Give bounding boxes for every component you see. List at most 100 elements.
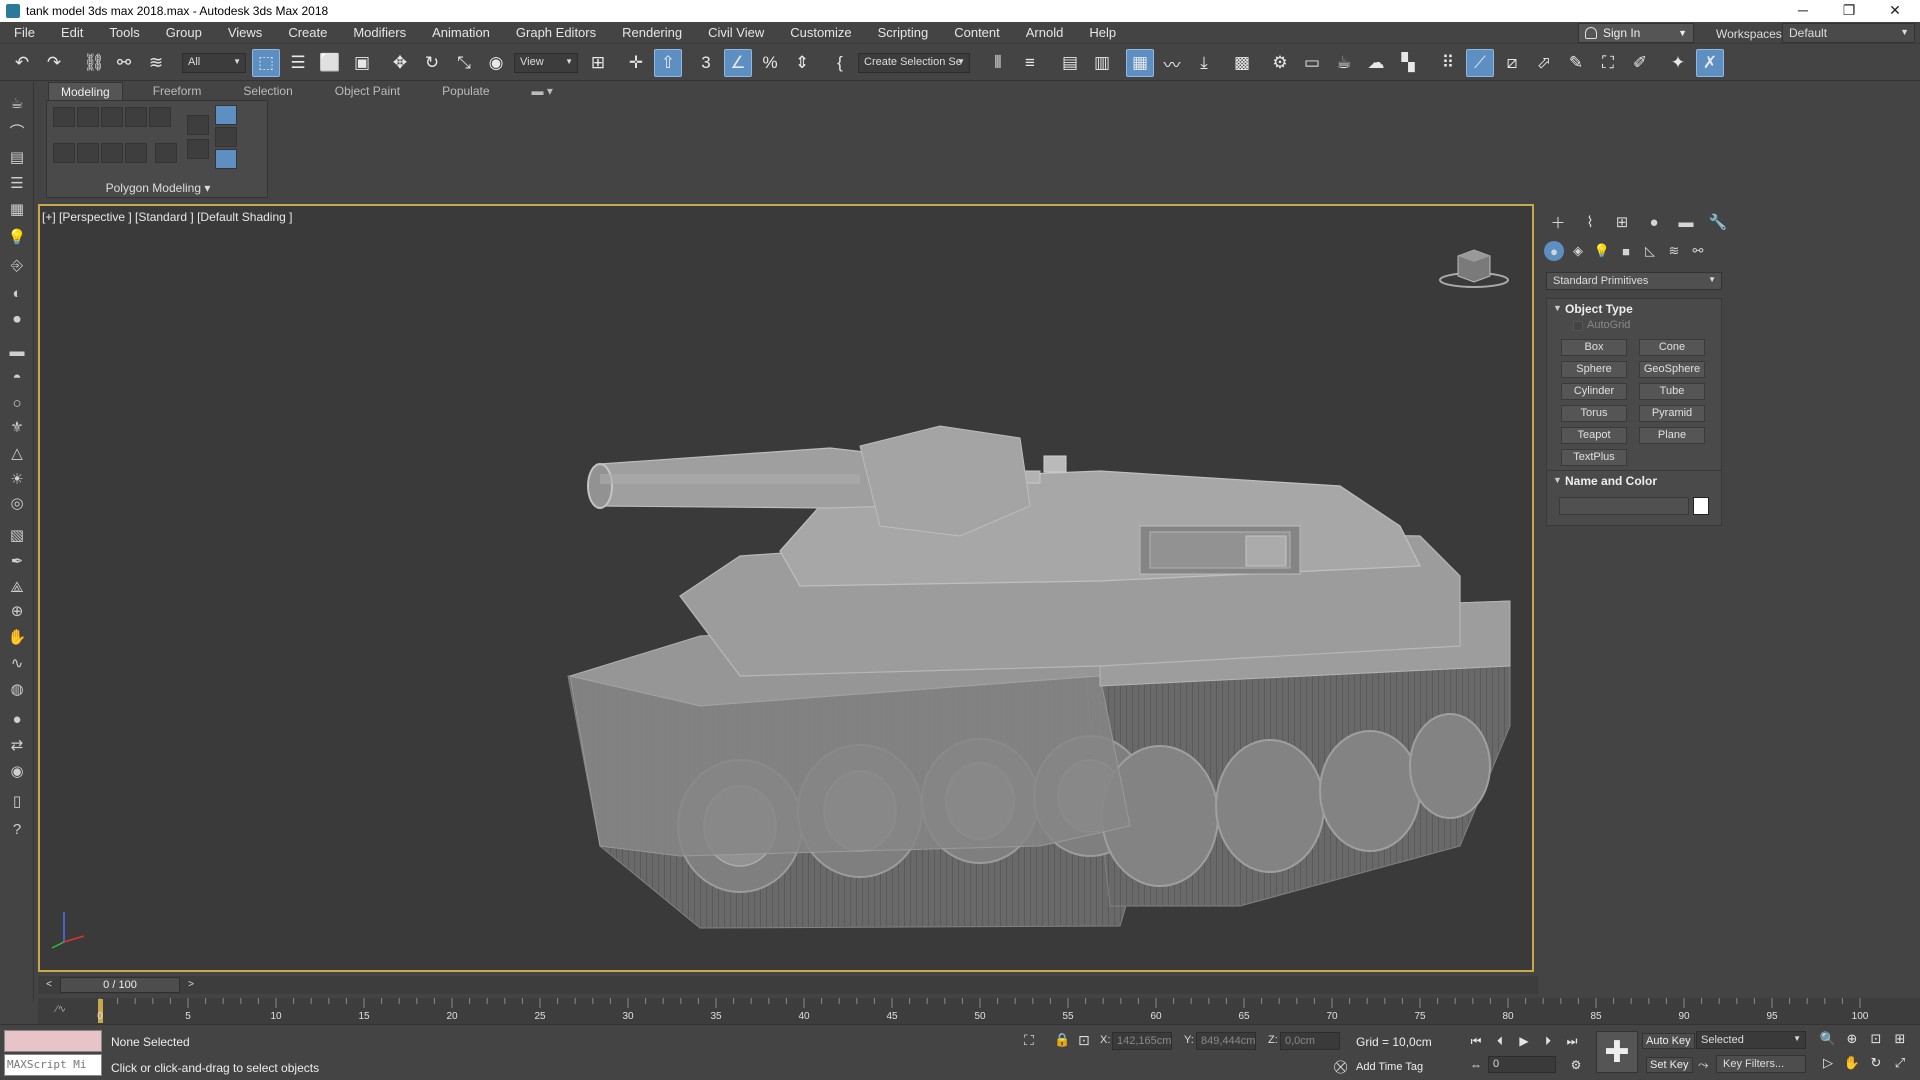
ribbon-options-icon[interactable]: ▬ ▾ — [520, 82, 565, 100]
geosphere-button[interactable]: GeoSphere — [1639, 361, 1705, 378]
default-in-out-tangents-icon[interactable]: ⤳ — [1698, 1057, 1708, 1073]
a360-gallery-icon[interactable]: ▚ — [1394, 49, 1422, 77]
globe-icon[interactable]: ⊕ — [6, 600, 28, 622]
ribbon-tab-selection[interactable]: Selection — [231, 82, 304, 100]
undo-icon[interactable]: ↶ — [8, 49, 36, 77]
tank-model[interactable] — [40, 206, 1534, 972]
hatch-icon[interactable]: ▧ — [6, 524, 28, 546]
sun-icon[interactable]: ☀ — [6, 468, 28, 490]
select-manipulate-icon[interactable]: ✛ — [622, 49, 650, 77]
object-type-header[interactable]: ▼ Object Type — [1547, 299, 1721, 319]
viewport-label[interactable]: [+] [Perspective ] [Standard ] [Default … — [42, 210, 292, 224]
key-filters-button[interactable]: Key Filters... — [1716, 1055, 1806, 1073]
x-coordinate-field[interactable]: 142,165cm — [1112, 1032, 1172, 1050]
ribbon-tab-modeling[interactable]: Modeling — [48, 82, 123, 100]
ribbon-tab-object-paint[interactable]: Object Paint — [323, 82, 412, 100]
pivot-center-icon[interactable]: ⊞ — [584, 49, 612, 77]
minimize-button[interactable]: ─ — [1780, 0, 1826, 22]
lights-icon[interactable]: 💡 — [1590, 240, 1614, 262]
freeform-tool-icon[interactable]: ⬀ — [1530, 49, 1558, 77]
ribbon-tab-freeform[interactable]: Freeform — [141, 82, 214, 100]
zoom-all-icon[interactable]: ⊕ — [1842, 1029, 1862, 1049]
grid-snap-icon[interactable]: ⠿ — [1434, 49, 1462, 77]
helpers-icon[interactable]: ◺ — [1638, 240, 1662, 262]
rendered-frame-window-icon[interactable]: ▭ — [1298, 49, 1326, 77]
link-icon[interactable]: ⛓ — [80, 49, 108, 77]
current-frame-field[interactable]: 0 — [1488, 1056, 1556, 1073]
menu-rendering[interactable]: Rendering — [608, 25, 694, 40]
ribbon-tab-populate[interactable]: Populate — [430, 82, 501, 100]
shape-icon[interactable]: ⌒ — [6, 120, 28, 142]
modify-tab-icon[interactable]: ⌇ — [1574, 210, 1606, 234]
polygon-icon[interactable] — [125, 107, 147, 127]
selection-filter-dropdown[interactable]: All ▼ — [182, 53, 246, 73]
paint-tool-icon[interactable]: ✎ — [1562, 49, 1590, 77]
object-name-field[interactable] — [1559, 497, 1689, 515]
grid-icon[interactable]: ▦ — [6, 198, 28, 220]
torus-button[interactable]: Torus — [1561, 405, 1627, 422]
next-frame-icon[interactable]: > — [184, 977, 198, 993]
modifier-icon[interactable]: ⚜ — [6, 416, 28, 438]
preserve-uvs-icon[interactable] — [77, 143, 99, 163]
set-keys-icon[interactable]: ✚ — [1596, 1031, 1638, 1073]
pan-view-icon[interactable]: ✋ — [1842, 1053, 1862, 1073]
bind-space-warp-icon[interactable]: ≋ — [142, 49, 170, 77]
xref-icon[interactable]: ✗ — [1696, 49, 1724, 77]
set-key-button[interactable]: Set Key — [1646, 1057, 1693, 1073]
plane-button[interactable]: Plane — [1639, 427, 1705, 444]
time-tag-icon[interactable]: ⛒ — [1334, 1059, 1347, 1075]
sphere-icon[interactable]: ○ — [6, 392, 28, 414]
menu-scripting[interactable]: Scripting — [864, 25, 941, 40]
percent-snap-icon[interactable]: % — [756, 49, 784, 77]
key-mode-toggle-icon[interactable]: ⇔ — [1466, 1056, 1486, 1074]
schematic-view-icon[interactable]: ⤓ — [1190, 49, 1218, 77]
edge-tool-icon[interactable]: ⧄ — [1498, 49, 1526, 77]
named-selection-dropdown[interactable]: Create Selection Se ▼ — [858, 53, 970, 73]
polygon-modeling-title[interactable]: Polygon Modeling ▾ — [47, 181, 269, 195]
pen-tool-icon[interactable]: ✐ — [1626, 49, 1654, 77]
hair-icon[interactable]: ∿ — [6, 652, 28, 674]
rectangular-selection-icon[interactable]: ⬜ — [316, 49, 344, 77]
zoom-icon[interactable]: 🔍 — [1818, 1029, 1838, 1049]
scale-icon[interactable]: ⤡ — [450, 49, 478, 77]
cone-icon[interactable]: △ — [6, 442, 28, 464]
systems-icon[interactable]: ⚯ — [1686, 240, 1710, 262]
window-crossing-icon[interactable]: ▣ — [348, 49, 376, 77]
tube-button[interactable]: Tube — [1639, 383, 1705, 400]
material-ball-icon[interactable]: ◍ — [6, 678, 28, 700]
layer-icon[interactable]: ▤ — [6, 146, 28, 168]
menu-file[interactable]: File — [0, 25, 47, 40]
angle-snap-icon[interactable]: ∠ — [724, 49, 752, 77]
maxscript-mini-listener[interactable]: MAXScript Mi — [4, 1054, 102, 1076]
menu-customize[interactable]: Customize — [776, 25, 863, 40]
restore-button[interactable]: ❐ — [1826, 0, 1872, 22]
name-and-color-header[interactable]: ▼ Name and Color — [1547, 471, 1721, 491]
viewcube-icon[interactable] — [1436, 242, 1512, 290]
orbit-icon[interactable]: ↻ — [1866, 1053, 1886, 1073]
reference-coordinate-dropdown[interactable]: View ▼ — [514, 53, 578, 73]
go-to-end-icon[interactable]: ⏭ — [1562, 1032, 1582, 1050]
render-production-icon[interactable]: ☕ — [1330, 49, 1358, 77]
hierarchy-tab-icon[interactable]: ⊞ — [1606, 210, 1638, 234]
light-icon[interactable]: 💡 — [6, 226, 28, 248]
perspective-viewport[interactable]: [+] [Perspective ] [Standard ] [Default … — [38, 204, 1534, 972]
select-object-icon[interactable]: ⬚ — [252, 49, 280, 77]
helper-icon[interactable]: ◐ — [6, 282, 28, 304]
collapse-stack-icon[interactable] — [125, 143, 147, 163]
go-to-start-icon[interactable]: ⏮ — [1466, 1032, 1486, 1050]
next-modifier-icon[interactable] — [187, 139, 209, 159]
box-icon[interactable]: ▬ — [6, 340, 28, 362]
rotate-icon[interactable]: ↻ — [418, 49, 446, 77]
maximize-viewport-icon[interactable]: ⤢ — [1890, 1053, 1910, 1073]
pyramid-button[interactable]: Pyramid — [1639, 405, 1705, 422]
time-configuration-icon[interactable]: ⚙ — [1566, 1056, 1586, 1074]
brush-icon[interactable]: ✒ — [6, 550, 28, 572]
material-editor-icon[interactable]: ▩ — [1228, 49, 1256, 77]
track-bar[interactable]: ⁄∿ 0 5 10 15 20 25 30 35 40 45 50 55 60 … — [38, 998, 1920, 1024]
ignore-backfacing-icon[interactable] — [101, 143, 123, 163]
cameras-icon[interactable]: ■ — [1614, 240, 1638, 262]
textplus-button[interactable]: TextPlus — [1561, 449, 1627, 466]
menu-create[interactable]: Create — [274, 25, 339, 40]
toggle-command-icon[interactable] — [155, 143, 177, 163]
shapes-icon[interactable]: ◈ — [1566, 240, 1590, 262]
